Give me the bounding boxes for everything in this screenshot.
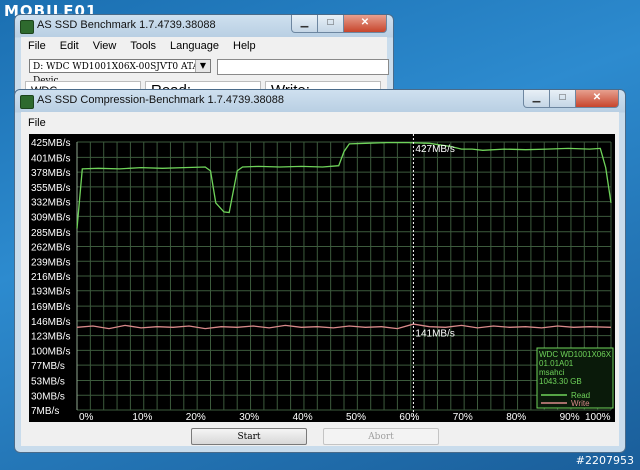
chart-svg: 425MB/s 401MB/s 378MB/s 355MB/s 332MB/s 309MB…	[31, 134, 614, 422]
x-tick-label: 90%	[560, 412, 580, 422]
y-tick-label: 332MB/s	[31, 198, 70, 209]
app-icon	[20, 95, 34, 109]
x-tick-label: 50%	[346, 412, 366, 422]
y-tick-label: 53MB/s	[31, 377, 65, 388]
compression-window-title: AS SSD Compression-Benchmark 1.7.4739.38…	[37, 94, 285, 106]
menu-edit[interactable]: Edit	[53, 37, 86, 55]
y-tick-label: 123MB/s	[31, 332, 70, 343]
chevron-down-icon[interactable]: ▼	[195, 60, 210, 72]
y-tick-label: 378MB/s	[31, 168, 70, 179]
y-tick-label: 425MB/s	[31, 138, 70, 149]
cursor-read-label: 427MB/s	[415, 144, 454, 155]
menu-language[interactable]: Language	[163, 37, 226, 55]
maximize-icon[interactable]: □	[317, 15, 344, 33]
y-tick-label: 30MB/s	[31, 391, 65, 402]
x-tick-label: 70%	[453, 412, 473, 422]
legend-drive-line: WDC WD1001X06X	[539, 350, 612, 359]
close-icon[interactable]: ✕	[575, 90, 619, 108]
x-tick-label: 10%	[132, 412, 152, 422]
menu-help[interactable]: Help	[226, 37, 263, 55]
y-tick-label: 77MB/s	[31, 361, 65, 372]
main-titlebar[interactable]: AS SSD Benchmark 1.7.4739.38088 ▁ □ ✕	[15, 15, 393, 37]
compression-menubar: File	[21, 114, 619, 132]
y-tick-label: 216MB/s	[31, 272, 70, 283]
compression-titlebar[interactable]: AS SSD Compression-Benchmark 1.7.4739.38…	[15, 90, 625, 112]
y-tick-label: 193MB/s	[31, 287, 70, 298]
y-tick-label: 7MB/s	[31, 406, 59, 417]
y-tick-label: 239MB/s	[31, 257, 70, 268]
minimize-icon[interactable]: ▁	[523, 90, 550, 108]
menu-file[interactable]: File	[21, 114, 53, 132]
x-tick-label: 20%	[186, 412, 206, 422]
main-menubar: File Edit View Tools Language Help	[21, 37, 387, 55]
legend-drive-line: 1043.30 GB	[539, 377, 582, 386]
y-tick-label: 285MB/s	[31, 228, 70, 239]
abort-button[interactable]: Abort	[323, 428, 439, 445]
y-tick-label: 309MB/s	[31, 212, 70, 223]
minimize-icon[interactable]: ▁	[291, 15, 318, 33]
x-tick-label: 0%	[79, 412, 94, 422]
y-tick-label: 262MB/s	[31, 243, 70, 254]
compression-window: AS SSD Compression-Benchmark 1.7.4739.38…	[14, 89, 626, 453]
close-icon[interactable]: ✕	[343, 15, 387, 33]
legend-write-label: Write	[571, 399, 590, 408]
y-tick-label: 100MB/s	[31, 346, 70, 357]
drive-select[interactable]: D: WDC WD1001X06X-00SJVT0 ATA Devic ▼	[29, 59, 211, 86]
compression-chart: 425MB/s 401MB/s 378MB/s 355MB/s 332MB/s 309MB…	[29, 134, 615, 422]
menu-file[interactable]: File	[21, 37, 53, 55]
y-tick-label: 146MB/s	[31, 317, 70, 328]
main-window-title: AS SSD Benchmark 1.7.4739.38088	[37, 19, 216, 31]
cursor-write-label: 141MB/s	[415, 328, 454, 339]
y-tick-label: 401MB/s	[31, 153, 70, 164]
legend-drive-line: 01.01A01	[539, 359, 574, 368]
start-button[interactable]: Start	[191, 428, 307, 445]
menu-tools[interactable]: Tools	[123, 37, 163, 55]
y-tick-label: 169MB/s	[31, 302, 70, 313]
app-icon	[20, 20, 34, 34]
x-tick-label: 80%	[506, 412, 526, 422]
compression-client: File 425MB/s 401MB/s 378MB/s 355MB/s 332MB/s…	[21, 112, 619, 446]
maximize-icon[interactable]: □	[549, 90, 576, 108]
drive-info-field	[217, 59, 389, 75]
x-tick-label: 60%	[399, 412, 419, 422]
x-tick-label: 30%	[239, 412, 259, 422]
watermark: #2207953	[575, 454, 634, 467]
y-tick-label: 355MB/s	[31, 183, 70, 194]
x-tick-label: 100%	[585, 412, 611, 422]
legend-drive-line: msahci	[539, 368, 565, 377]
x-tick-label: 40%	[293, 412, 313, 422]
menu-view[interactable]: View	[86, 37, 124, 55]
